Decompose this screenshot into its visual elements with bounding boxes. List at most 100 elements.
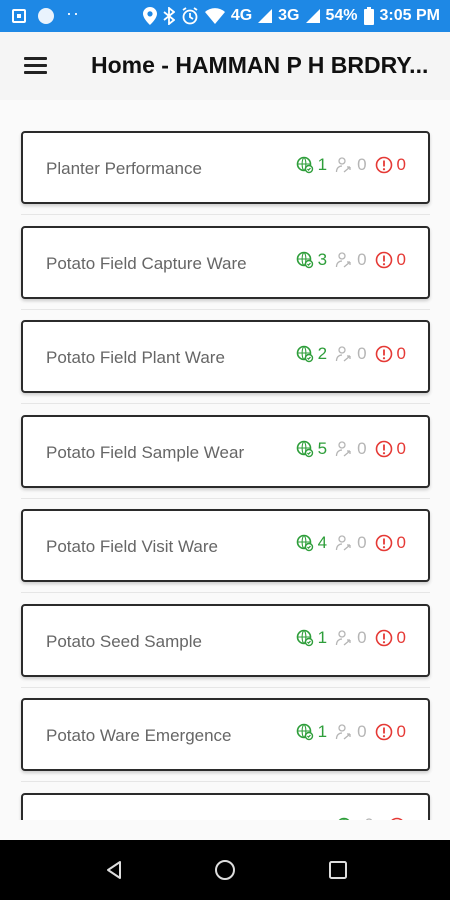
shared-number: 0 (357, 533, 367, 552)
app-notification-icon (38, 8, 54, 24)
form-name: Potato Seed Sample (46, 632, 202, 651)
form-list-item[interactable]: Potato Seed Sample 1 0 0 (21, 604, 430, 677)
shared-count: 0 (335, 439, 367, 459)
shared-count: 0 (335, 250, 367, 270)
form-list-item[interactable]: Planter Performance 1 0 0 (21, 131, 430, 204)
recents-square-icon (329, 861, 347, 879)
form-name: Potato Ware Emergence (46, 726, 232, 745)
globe-check-icon (296, 723, 314, 741)
form-list-item-partial[interactable] (21, 793, 430, 820)
error-count: 0 (375, 250, 406, 270)
person-share-icon (362, 817, 380, 820)
form-stats: 1 0 0 (296, 722, 406, 742)
battery-percent: 54% (325, 7, 358, 24)
completed-number: 4 (317, 533, 328, 552)
completed-count: 2 (296, 344, 327, 364)
home-circle-icon (215, 860, 235, 880)
form-stats: 3 0 0 (296, 250, 406, 270)
back-button[interactable] (84, 840, 144, 900)
page-title: Home - HAMMAN P H BRDRY... (91, 52, 429, 78)
battery-icon (363, 7, 374, 25)
form-name: Potato Field Plant Ware (46, 348, 225, 367)
error-number: 0 (396, 344, 406, 363)
error-number: 0 (396, 439, 406, 458)
list-divider (21, 214, 430, 215)
completed-count: 4 (296, 533, 327, 553)
recents-button[interactable] (308, 840, 368, 900)
form-stats: 2 0 0 (296, 344, 406, 364)
error-number: 0 (396, 250, 406, 269)
shared-count: 0 (335, 628, 367, 648)
error-number: 0 (396, 533, 406, 552)
form-list-item[interactable]: Potato Field Visit Ware 4 0 0 (21, 509, 430, 582)
error-number: 0 (396, 628, 406, 647)
person-share-icon (335, 440, 353, 458)
completed-count: 1 (296, 628, 327, 648)
globe-check-icon (296, 629, 314, 647)
completed-count: 1 (296, 722, 327, 742)
form-name: Potato Field Capture Ware (46, 254, 247, 273)
person-share-icon (335, 723, 353, 741)
alert-circle-icon (375, 440, 393, 458)
form-list[interactable]: Planter Performance 1 0 0 Potato Field Captu… (0, 100, 450, 820)
form-name: Potato Field Sample Wear (46, 443, 245, 462)
shared-count: 0 (335, 155, 367, 175)
wifi-icon (204, 8, 225, 24)
menu-button[interactable] (20, 50, 52, 82)
person-share-icon (335, 345, 353, 363)
form-list-item[interactable]: Potato Field Capture Ware 3 0 0 (21, 226, 430, 299)
clock: 3:05 PM (379, 7, 440, 24)
completed-number: 1 (317, 155, 328, 174)
completed-count: 3 (296, 250, 327, 270)
status-bar: ·· 4G 3G 54% 3:05 PM (0, 0, 450, 32)
completed-number: 1 (317, 722, 328, 741)
status-system: 4G 3G 54% 3:05 PM (142, 0, 440, 32)
completed-number: 2 (317, 344, 328, 363)
completed-number: 3 (317, 250, 328, 269)
globe-check-icon (296, 440, 314, 458)
shared-number: 0 (357, 155, 367, 174)
form-name: Planter Performance (46, 159, 202, 178)
person-share-icon (335, 251, 353, 269)
globe-check-icon (296, 534, 314, 552)
location-icon (142, 7, 157, 25)
alert-circle-icon (388, 817, 406, 820)
network-type-label-2: 3G (278, 7, 300, 24)
error-count: 0 (375, 533, 406, 553)
completed-number: 5 (317, 439, 328, 458)
signal-icon (258, 9, 273, 23)
back-triangle-icon (107, 861, 121, 879)
error-count: 0 (375, 628, 406, 648)
person-share-icon (335, 156, 353, 174)
app-bar: Home - HAMMAN P H BRDRY... (0, 32, 450, 100)
list-divider (21, 687, 430, 688)
form-list-item[interactable]: Potato Field Plant Ware 2 0 0 (21, 320, 430, 393)
person-share-icon (335, 629, 353, 647)
error-number: 0 (396, 722, 406, 741)
more-notifications-icon: ·· (66, 3, 80, 23)
form-list-item[interactable]: Potato Ware Emergence 1 0 0 (21, 698, 430, 771)
globe-check-icon (296, 251, 314, 269)
alert-circle-icon (375, 629, 393, 647)
signal-icon-2 (305, 9, 320, 23)
shared-number: 0 (357, 628, 367, 647)
form-stats: 5 0 0 (296, 439, 406, 459)
list-divider (21, 309, 430, 310)
error-count: 0 (375, 344, 406, 364)
completed-count: 5 (296, 439, 327, 459)
alert-circle-icon (375, 251, 393, 269)
alert-circle-icon (375, 534, 393, 552)
alert-circle-icon (375, 723, 393, 741)
form-stats: 1 0 0 (296, 155, 406, 175)
shared-count: 0 (335, 344, 367, 364)
form-list-item[interactable]: Potato Field Sample Wear 5 0 0 (21, 415, 430, 488)
form-name: Potato Field Visit Ware (46, 537, 218, 556)
globe-check-icon (296, 345, 314, 363)
alert-circle-icon (375, 156, 393, 174)
error-count: 0 (375, 155, 406, 175)
error-count: 0 (375, 722, 406, 742)
home-button[interactable] (195, 840, 255, 900)
network-type-label: 4G (230, 7, 253, 24)
completed-number: 1 (317, 628, 328, 647)
list-divider (21, 403, 430, 404)
